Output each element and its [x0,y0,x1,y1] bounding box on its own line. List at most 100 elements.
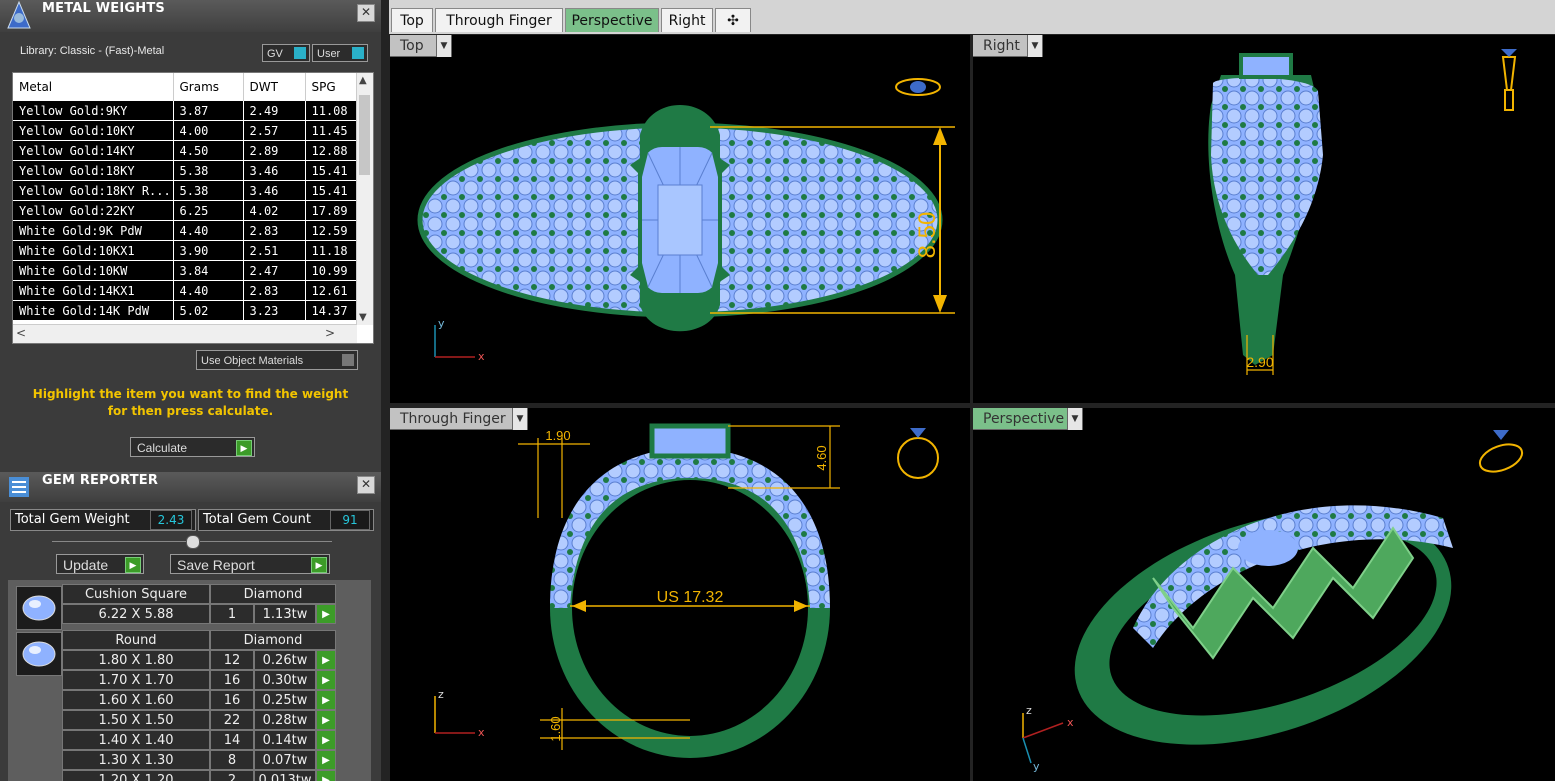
gem-weight: 0.26tw [254,650,316,670]
table-row[interactable]: Yellow Gold:14KY 4.50 2.89 12.88 [13,140,358,161]
update-label: Update [63,557,109,573]
height-label: 4.60 [814,445,829,470]
gem-size: 1.80 X 1.80 [62,650,210,670]
table-row[interactable]: Yellow Gold:18KY 5.38 3.46 15.41 [13,160,358,181]
chevron-down-icon[interactable]: ▼ [1067,408,1082,430]
select-gem-button[interactable]: ▶ [316,650,336,670]
viewport-through-finger[interactable]: US 17.32 1.90 4.60 1.60 z x Through Fing… [390,408,970,781]
select-gem-button[interactable]: ▶ [316,604,336,624]
table-cell: 5.38 [173,160,244,181]
table-row[interactable]: White Gold:14KX1 4.40 2.83 12.61 [13,280,358,301]
scroll-right-icon[interactable]: > [325,326,335,340]
table-cell: 12.88 [305,140,358,161]
table-cell: 2.51 [243,240,306,261]
viewport-through-finger-label[interactable]: Through Finger ▼ [390,408,528,430]
select-gem-button[interactable]: ▶ [316,690,336,710]
toggle-knob-icon [294,47,306,59]
calculate-button[interactable]: Calculate ▶ [130,437,255,457]
gem-count: 1 [210,604,254,624]
axis-z-label: z [438,688,444,701]
viewport-top[interactable]: 8.50 y x Top ▼ [390,35,970,403]
table-row[interactable]: Yellow Gold:18KY R... 5.38 3.46 15.41 [13,180,358,201]
gem-weight: 0.14tw [254,730,316,750]
table-cell: White Gold:14K PdW [13,300,174,321]
use-object-materials-toggle[interactable]: Use Object Materials [196,350,358,370]
gem-count: 14 [210,730,254,750]
table-cell: 3.46 [243,160,306,181]
table-cell: Yellow Gold:14KY [13,140,174,161]
table-row[interactable]: Yellow Gold:9KY 3.87 2.49 11.08 [13,101,358,121]
close-icon[interactable]: ✕ [357,476,375,494]
table-cell: 3.23 [243,300,306,321]
metal-weights-icon [7,0,31,29]
table-cell: White Gold:9K PdW [13,220,174,241]
scroll-left-icon[interactable]: < [16,326,26,340]
horizontal-scrollbar[interactable]: < > [13,324,357,343]
user-toggle[interactable]: User [312,44,368,62]
table-cell: 6.25 [173,200,244,221]
table-row[interactable]: White Gold:10KX1 3.90 2.51 11.18 [13,240,358,261]
metal-table[interactable]: Metal Grams DWT SPG Yellow Gold:9KY 3.87 2.49… [12,72,374,344]
play-icon: ▶ [125,557,141,573]
scroll-thumb[interactable] [359,95,370,175]
vertical-scrollbar[interactable]: ▲ ▼ [356,73,373,325]
table-cell: White Gold:14KX1 [13,280,174,301]
table-cell: 3.87 [173,101,244,121]
select-gem-button[interactable]: ▶ [316,670,336,690]
table-row[interactable]: Yellow Gold:10KY 4.00 2.57 11.45 [13,120,358,141]
round-gem-icon [16,632,62,676]
save-report-button[interactable]: Save Report ▶ [170,554,330,574]
calculate-label: Calculate [137,441,188,455]
gem-count: 16 [210,690,254,710]
gem-reporter-header: GEM REPORTER ✕ [0,472,381,502]
table-row[interactable]: White Gold:14K PdW 5.02 3.23 14.37 [13,300,358,321]
gem-count: 12 [210,650,254,670]
gv-toggle[interactable]: GV [262,44,310,62]
column-header[interactable]: Grams [173,73,244,101]
tab-through-finger[interactable]: Through Finger [435,8,563,32]
tab-top[interactable]: Top [391,8,433,32]
toggle-knob-icon [342,354,354,366]
viewport-top-title: Top [400,38,424,54]
play-icon: ▶ [311,557,327,573]
scroll-up-icon[interactable]: ▲ [359,75,367,86]
select-gem-button[interactable]: ▶ [316,730,336,750]
update-button[interactable]: Update ▶ [56,554,144,574]
table-row[interactable]: White Gold:10KW 3.84 2.47 10.99 [13,260,358,281]
viewport-perspective[interactable]: z x y Perspective ▼ [973,408,1555,781]
select-gem-button[interactable]: ▶ [316,710,336,730]
chevron-down-icon[interactable]: ▼ [512,408,527,430]
tab-perspective[interactable]: Perspective [565,8,659,32]
gem-reporter-icon [9,477,29,497]
gem-report-table[interactable]: Cushion Square Diamond 6.22 X 5.88 1 1.13tw ▶… [8,580,371,781]
chevron-down-icon[interactable]: ▼ [1027,35,1042,57]
tab-right[interactable]: Right [661,8,713,32]
viewport-right[interactable]: 2.90 Right ▼ [973,35,1555,403]
chevron-down-icon[interactable]: ▼ [436,35,451,57]
add-tab-icon[interactable]: ✣ [715,8,751,32]
viewport-perspective-label[interactable]: Perspective ▼ [973,408,1083,430]
column-header[interactable]: DWT [243,73,306,101]
viewport-top-label[interactable]: Top ▼ [390,35,452,57]
shank-thickness-label: 1.60 [548,716,563,741]
splitter-handle[interactable] [186,535,200,549]
gem-count: 22 [210,710,254,730]
table-cell: White Gold:10KX1 [13,240,174,261]
viewport-tab-bar: Top Through Finger Perspective Right ✣ [389,0,1555,34]
scroll-down-icon[interactable]: ▼ [359,312,367,323]
gem-weight: 1.13tw [254,604,316,624]
table-row[interactable]: Yellow Gold:22KY 6.25 4.02 17.89 [13,200,358,221]
gem-size: 1.70 X 1.70 [62,670,210,690]
axis-x-label: x [1067,716,1074,729]
column-header[interactable]: Metal [13,73,174,101]
table-row[interactable]: White Gold:9K PdW 4.40 2.83 12.59 [13,220,358,241]
column-header[interactable]: SPG [305,73,358,101]
select-gem-button[interactable]: ▶ [316,750,336,770]
table-cell: 3.90 [173,240,244,261]
close-icon[interactable]: ✕ [357,4,375,22]
viewport-right-label[interactable]: Right ▼ [973,35,1043,57]
gem-size: 1.30 X 1.30 [62,750,210,770]
toggle-knob-icon [352,47,364,59]
gem-size: 1.50 X 1.50 [62,710,210,730]
select-gem-button[interactable]: ▶ [316,770,336,781]
